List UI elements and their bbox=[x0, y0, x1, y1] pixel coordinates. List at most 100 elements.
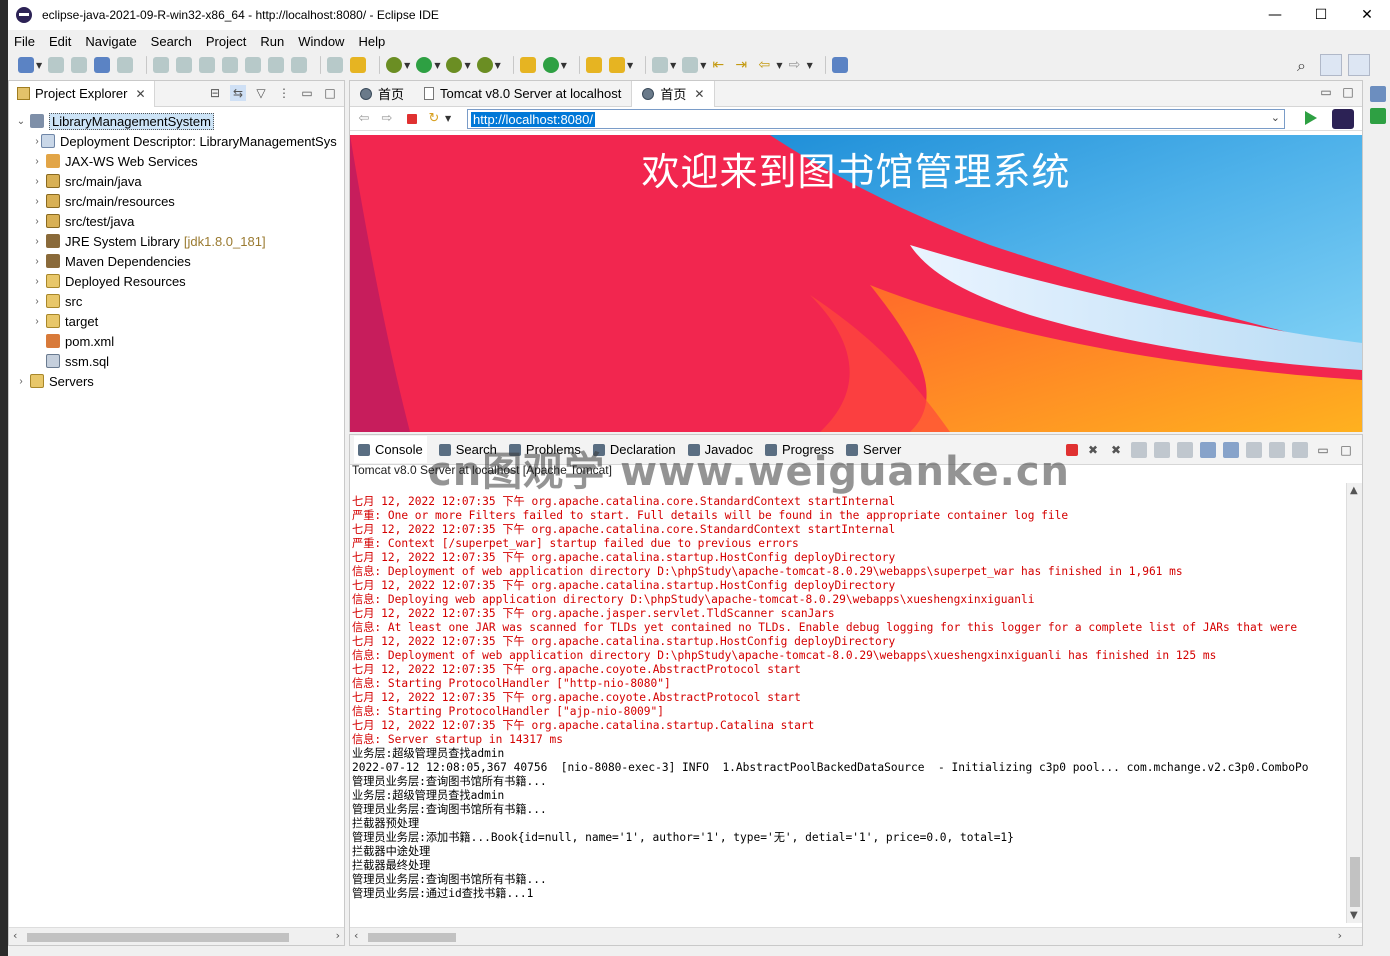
show-console-on-stderr-icon[interactable] bbox=[1223, 442, 1239, 458]
remove-launch-icon[interactable]: ✖ bbox=[1085, 442, 1101, 458]
minimize-view-icon[interactable]: ▭ bbox=[299, 85, 315, 101]
menu-project[interactable]: Project bbox=[206, 34, 246, 49]
chevron-right-icon[interactable]: › bbox=[31, 316, 43, 327]
refresh-icon[interactable]: ↻ bbox=[426, 111, 442, 127]
previous-annotation-icon[interactable] bbox=[682, 57, 699, 73]
open-type-icon[interactable] bbox=[585, 57, 602, 73]
last-edit-location-icon[interactable]: ⇤ bbox=[712, 57, 728, 73]
maximize-view-icon[interactable]: □ bbox=[1340, 85, 1356, 99]
debug-icon[interactable] bbox=[386, 57, 403, 73]
menu-navigate[interactable]: Navigate bbox=[85, 34, 136, 49]
new-dropdown-icon[interactable]: ▼ bbox=[36, 61, 42, 70]
show-console-on-stdout-icon[interactable] bbox=[1200, 442, 1216, 458]
menu-run[interactable]: Run bbox=[260, 34, 284, 49]
next-annotation-icon[interactable] bbox=[652, 57, 669, 73]
coverage-icon[interactable] bbox=[446, 57, 463, 73]
coverage-dropdown-icon[interactable]: ▼ bbox=[464, 61, 470, 70]
tree-item[interactable]: › JAX-WS Web Services bbox=[9, 151, 344, 171]
chevron-down-icon[interactable]: ⌄ bbox=[15, 116, 27, 127]
clear-console-icon[interactable] bbox=[1131, 442, 1147, 458]
search-dropdown-icon[interactable]: ▼ bbox=[627, 61, 633, 70]
display-selected-console-icon[interactable] bbox=[1269, 442, 1285, 458]
url-input[interactable]: http://localhost:8080/ ⌄ bbox=[467, 109, 1285, 129]
pin-console-icon[interactable] bbox=[1246, 442, 1262, 458]
console-output[interactable]: 七月 12, 2022 12:07:35 下午 org.apache.catal… bbox=[352, 495, 1340, 927]
scroll-left-icon[interactable]: ‹ bbox=[13, 929, 17, 942]
chevron-right-icon[interactable]: › bbox=[31, 236, 43, 247]
collapse-all-icon[interactable]: ⊟ bbox=[207, 85, 223, 101]
save-all-icon[interactable] bbox=[71, 57, 88, 73]
external-tools-dropdown-icon[interactable]: ▼ bbox=[495, 61, 501, 70]
remove-all-terminated-icon[interactable]: ✖ bbox=[1108, 442, 1124, 458]
disconnect-icon[interactable] bbox=[222, 57, 239, 73]
scrollbar-thumb[interactable] bbox=[1350, 857, 1360, 907]
tree-item[interactable]: › src/test/java bbox=[9, 211, 344, 231]
horizontal-scrollbar[interactable]: ‹ › bbox=[350, 927, 1362, 945]
open-console-icon[interactable] bbox=[1292, 442, 1308, 458]
tree-item[interactable]: ssm.sql bbox=[9, 351, 344, 371]
terminate-icon[interactable] bbox=[199, 57, 216, 73]
debug-dropdown-icon[interactable]: ▼ bbox=[404, 61, 410, 70]
forward-icon[interactable]: ⇨ bbox=[789, 57, 805, 73]
tree-item[interactable]: pom.xml bbox=[9, 331, 344, 351]
step-return-icon[interactable] bbox=[291, 57, 308, 73]
tab-project-explorer[interactable]: Project Explorer ✕ bbox=[9, 80, 155, 107]
maximize-button[interactable]: ☐ bbox=[1298, 0, 1344, 30]
word-wrap-icon[interactable] bbox=[1177, 442, 1193, 458]
menu-window[interactable]: Window bbox=[298, 34, 344, 49]
scroll-right-icon[interactable]: › bbox=[336, 929, 340, 942]
close-icon[interactable]: ✕ bbox=[694, 87, 704, 101]
chevron-right-icon[interactable]: › bbox=[31, 156, 43, 167]
pin-editor-icon[interactable] bbox=[831, 57, 848, 73]
chevron-right-icon[interactable]: › bbox=[31, 276, 43, 287]
tab-home-1[interactable]: 首页 bbox=[350, 81, 414, 107]
new-java-class-dropdown-icon[interactable]: ▼ bbox=[561, 61, 567, 70]
scroll-down-icon[interactable]: ▼ bbox=[1350, 910, 1358, 921]
use-step-filters-icon[interactable] bbox=[350, 57, 367, 73]
tree-item[interactable]: › target bbox=[9, 311, 344, 331]
run-icon[interactable] bbox=[416, 57, 433, 73]
tree-item[interactable]: › src/main/java bbox=[9, 171, 344, 191]
menu-edit[interactable]: Edit bbox=[49, 34, 71, 49]
chevron-right-icon[interactable]: › bbox=[31, 296, 43, 307]
step-into-icon[interactable] bbox=[245, 57, 262, 73]
chevron-right-icon[interactable]: › bbox=[31, 216, 43, 227]
external-tools-icon[interactable] bbox=[476, 57, 493, 73]
scrollbar-thumb[interactable] bbox=[27, 933, 289, 942]
tree-item[interactable]: › src/main/resources bbox=[9, 191, 344, 211]
tree-item[interactable]: ⌄ LibraryManagementSystem bbox=[9, 111, 344, 131]
back-icon[interactable]: ⇦ bbox=[356, 111, 372, 127]
minimize-view-icon[interactable]: ▭ bbox=[1315, 442, 1331, 458]
chevron-right-icon[interactable]: › bbox=[31, 256, 43, 267]
url-text[interactable]: http://localhost:8080/ bbox=[471, 111, 595, 127]
scroll-right-icon[interactable]: › bbox=[1338, 929, 1342, 942]
filter-icon[interactable]: ▽ bbox=[253, 85, 269, 101]
go-icon[interactable] bbox=[1305, 111, 1317, 125]
chevron-right-icon[interactable]: › bbox=[15, 376, 27, 387]
vertical-scrollbar[interactable]: ▲ ▼ bbox=[1346, 483, 1362, 923]
tab-tomcat-server[interactable]: Tomcat v8.0 Server at localhost bbox=[414, 81, 631, 107]
tree-item[interactable]: › Servers bbox=[9, 371, 344, 391]
tree-item[interactable]: › Maven Dependencies bbox=[9, 251, 344, 271]
outline-view-icon[interactable] bbox=[1369, 86, 1386, 102]
scroll-left-icon[interactable]: ‹ bbox=[354, 929, 358, 942]
back-dropdown-icon[interactable]: ▼ bbox=[776, 61, 782, 70]
maximize-view-icon[interactable]: □ bbox=[322, 85, 338, 101]
tree-item[interactable]: › JRE System Library [jdk1.8.0_181] bbox=[9, 231, 344, 251]
horizontal-scrollbar[interactable]: ‹ › bbox=[9, 927, 344, 945]
resume-icon[interactable] bbox=[153, 57, 170, 73]
tree-item[interactable]: › src bbox=[9, 291, 344, 311]
menu-help[interactable]: Help bbox=[358, 34, 385, 49]
chevron-right-icon[interactable]: › bbox=[31, 176, 43, 187]
open-console-icon[interactable] bbox=[94, 57, 111, 73]
chevron-down-icon[interactable]: ⌄ bbox=[1271, 111, 1280, 124]
scroll-up-icon[interactable]: ▲ bbox=[1350, 485, 1358, 496]
tab-console[interactable]: Console bbox=[354, 436, 427, 463]
next-annotation-dropdown-icon[interactable]: ▼ bbox=[670, 61, 676, 70]
view-menu-icon[interactable]: ⋮ bbox=[276, 85, 292, 101]
forward-icon[interactable]: ⇨ bbox=[379, 111, 395, 127]
java-ee-perspective-icon[interactable] bbox=[1348, 54, 1370, 76]
close-window-button[interactable]: ✕ bbox=[1344, 0, 1390, 30]
previous-annotation-dropdown-icon[interactable]: ▼ bbox=[700, 61, 706, 70]
close-icon[interactable]: ✕ bbox=[135, 87, 145, 101]
